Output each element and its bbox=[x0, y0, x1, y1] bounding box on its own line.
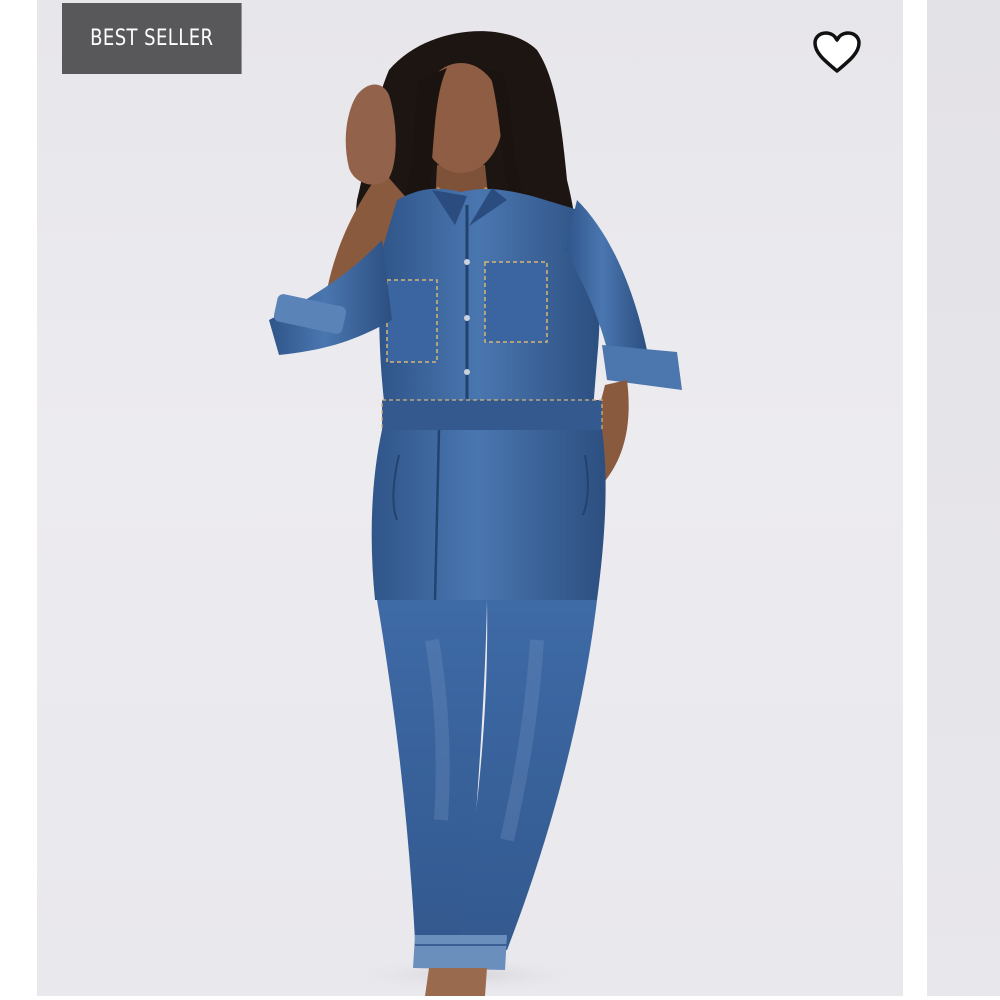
product-listing-page: BEST SELLER bbox=[0, 0, 1000, 1000]
best-seller-badge: BEST SELLER bbox=[62, 3, 242, 74]
product-card[interactable]: BEST SELLER bbox=[37, 0, 903, 996]
wishlist-button[interactable] bbox=[809, 26, 865, 78]
heart-outline-icon bbox=[813, 31, 861, 73]
next-product-card-edge[interactable] bbox=[927, 0, 1000, 996]
best-seller-badge-label: BEST SELLER bbox=[90, 26, 214, 51]
product-image[interactable] bbox=[37, 0, 903, 996]
